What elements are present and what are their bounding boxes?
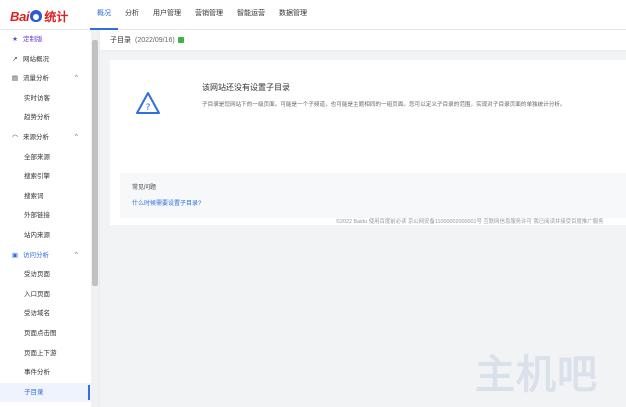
logo-bai-text: Bai [10, 8, 30, 24]
chart-line-icon: ↗ [12, 55, 18, 63]
nav-analysis[interactable]: 分析 [118, 0, 146, 30]
nav-smart-operations[interactable]: 智能运营 [230, 0, 272, 30]
top-nav: 概况 分析 用户管理 营销管理 智能运营 数据管理 [90, 0, 314, 30]
sidebar-scroll-thumb[interactable] [92, 40, 98, 286]
sidebar-item-visited-domains[interactable]: 受访域名 [0, 304, 99, 324]
sidebar-group-visit-analysis[interactable]: ▣ 访问分析 ^ [0, 246, 99, 266]
logo-tongji-text: 统计 [44, 9, 69, 24]
sidebar-item-external-links[interactable]: 外部链接 [0, 206, 99, 226]
warning-icon: ? [136, 92, 160, 114]
baidu-tongji-logo[interactable]: Bai 统计 [10, 7, 68, 25]
svg-text:?: ? [146, 103, 151, 113]
sidebar-group-label: 访问分析 [23, 251, 49, 259]
sidebar-item-click-map[interactable]: 页面点击图 [0, 324, 99, 344]
sidebar-group-label: 流量分析 [23, 75, 49, 83]
sidebar-group-source-analysis[interactable]: ◠ 来源分析 ^ [0, 128, 99, 148]
nav-marketing-management[interactable]: 营销管理 [188, 0, 230, 30]
sidebar-group-traffic-analysis[interactable]: ▤ 流量分析 ^ [0, 69, 99, 89]
sidebar-item-trend-analysis[interactable]: 趋势分析 [0, 108, 99, 128]
info-icon[interactable] [177, 37, 184, 44]
sidebar-scrollbar[interactable] [91, 30, 99, 407]
sidebar-item-entry-pages[interactable]: 入口页面 [0, 285, 99, 305]
page-icon: ▣ [11, 251, 19, 259]
top-bar: Bai 统计 概况 分析 用户管理 营销管理 智能运营 数据管理 [0, 0, 626, 30]
watermark: 主机吧 [475, 351, 598, 398]
star-icon: ★ [12, 36, 18, 43]
sidebar-item-internal-sources[interactable]: 站内来源 [0, 226, 99, 246]
footer-text: ©2022 Baidu 使用百度前必读 京公网安备11000002000001号… [336, 219, 604, 225]
sidebar-item-visited-pages[interactable]: 受访页面 [0, 265, 99, 285]
page-header: 子目录 (2022/09/16) [100, 30, 626, 51]
sidebar-item-site-overview[interactable]: ↗ 网站概况 [0, 50, 99, 70]
sidebar-item-search-engines[interactable]: 搜索引擎 [0, 167, 99, 187]
sidebar-group-label: 来源分析 [23, 133, 49, 141]
sidebar-item-all-sources[interactable]: 全部来源 [0, 148, 99, 168]
faq-title: 常见问题 [132, 185, 157, 191]
sidebar-item-subdirectory[interactable]: 子目录 [0, 382, 99, 403]
nav-overview[interactable]: 概况 [90, 0, 118, 30]
empty-state-card: ? 该网站还没有设置子目录 子目录是您网站下的一级页面。可能是一个子频道，也可能… [110, 60, 626, 225]
faq-box: 常见问题 什么时候需要设置子目录? [120, 173, 626, 218]
sidebar-item-label: 网站概况 [23, 55, 49, 63]
sidebar: ★ 定制版 ↗ 网站概况 ▤ 流量分析 ^ 实时访客 趋势分析 ◠ 来源分析 ^ 全部来… [0, 30, 100, 407]
chevron-up-icon: ^ [75, 75, 78, 82]
document-icon: ▤ [11, 75, 19, 83]
headset-icon: ◠ [12, 133, 18, 141]
nav-data-management[interactable]: 数据管理 [272, 0, 314, 30]
report-date: (2022/09/16) [135, 37, 175, 44]
sidebar-item-page-flow[interactable]: 页面上下游 [0, 344, 99, 364]
faq-link[interactable]: 什么时候需要设置子目录? [132, 198, 201, 207]
sidebar-item-event-analysis[interactable]: 事件分析 [0, 363, 99, 383]
sidebar-item-search-terms[interactable]: 搜索词 [0, 187, 99, 207]
sidebar-item-realtime-visitors[interactable]: 实时访客 [0, 89, 99, 109]
nav-user-management[interactable]: 用户管理 [146, 0, 188, 30]
empty-state-title: 该网站还没有设置子目录 [202, 83, 290, 92]
page-title: 子目录 [110, 37, 131, 44]
sidebar-item-label: 定制版 [23, 36, 43, 43]
chevron-up-icon: ^ [75, 133, 78, 140]
chevron-up-icon: ^ [75, 251, 78, 258]
empty-state-description: 子目录是您网站下的一级页面。可能是一个子频道，也可能是主题相同的一组页面。您可以… [202, 102, 566, 108]
baidu-paw-icon [30, 10, 43, 22]
sidebar-item-custom[interactable]: ★ 定制版 [0, 30, 99, 50]
